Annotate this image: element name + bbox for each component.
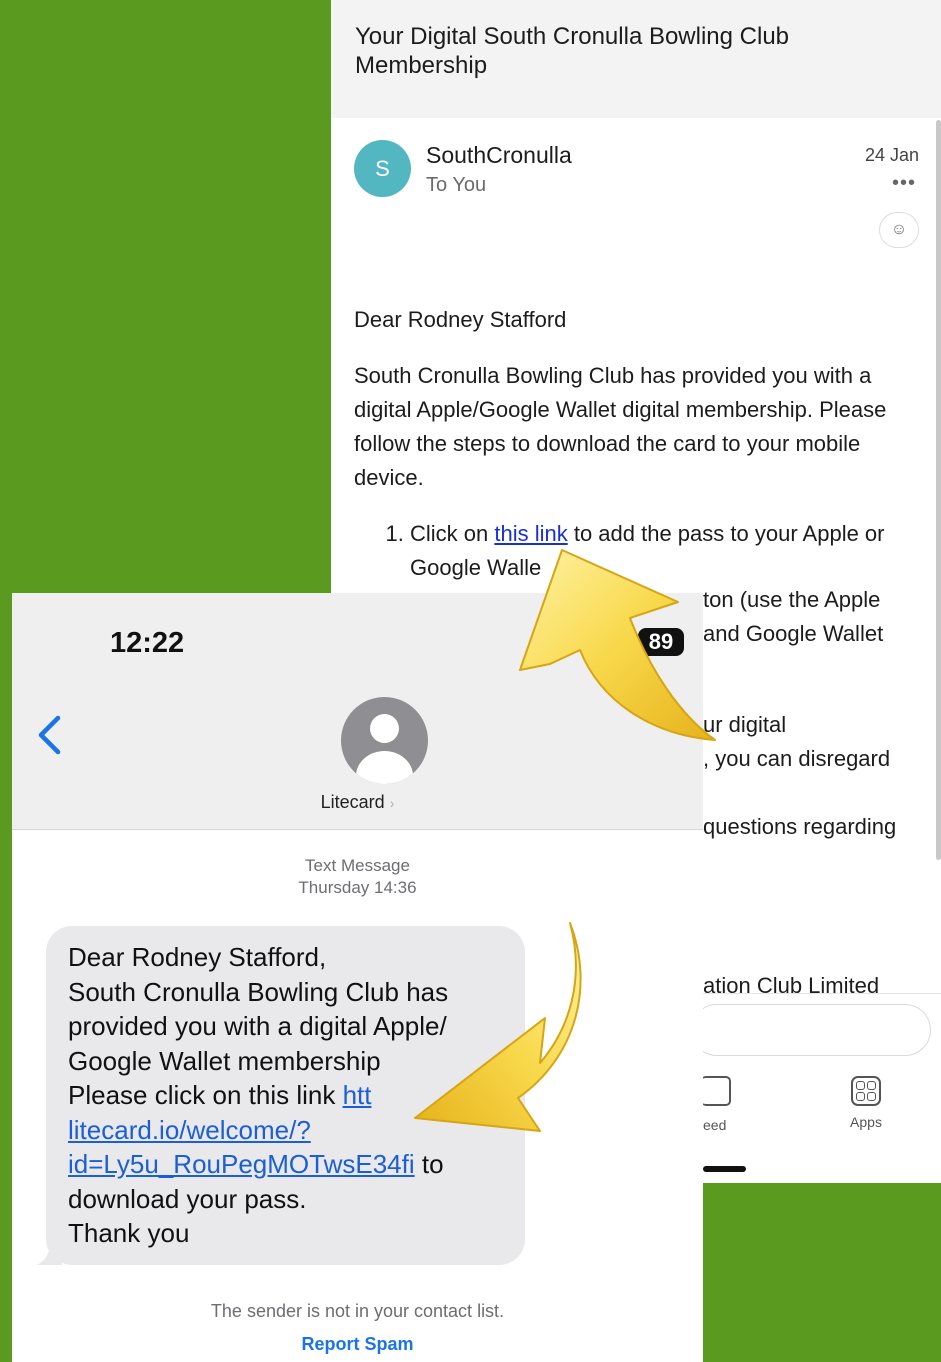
curved-arrow-up-icon	[519, 549, 716, 741]
contact-name-text: Litecard	[320, 792, 385, 812]
message-line: Dear Rodney Stafford,	[68, 942, 327, 972]
sender-avatar[interactable]: S	[354, 140, 411, 197]
contact-avatar[interactable]	[341, 697, 428, 784]
email-subject: Your Digital South Cronulla Bowling Club…	[355, 23, 790, 79]
more-options-icon[interactable]: •••	[892, 172, 916, 195]
email-greeting: Dear Rodney Stafford	[354, 307, 567, 332]
step-1-prefix: Click on	[410, 521, 495, 546]
tab-apps[interactable]: Apps	[836, 1076, 896, 1130]
curved-arrow-down-icon	[414, 922, 582, 1132]
feed-icon[interactable]	[701, 1076, 731, 1106]
chevron-right-icon: ›	[389, 795, 395, 811]
message-link-part: id=Ly5u_RouPegMOTwsE34fi	[68, 1149, 415, 1179]
message-line: South Cronulla Bowling Club has provided…	[68, 976, 449, 1076]
tab-apps-label: Apps	[850, 1114, 882, 1130]
unknown-sender-note: The sender is not in your contact list.	[210, 1300, 505, 1321]
email-body: Dear Rodney Stafford South Cronulla Bowl…	[331, 268, 941, 585]
message-line: Please click on this link	[68, 1080, 343, 1110]
message-meta: Text Message Thursday 14:36	[12, 855, 703, 899]
email-date: 24 Jan	[864, 145, 919, 165]
email-text-fragment: and Google Wallet	[703, 621, 884, 646]
bubble-tail	[36, 1240, 62, 1265]
message-link-part: htt	[342, 1080, 372, 1110]
sender-name[interactable]: SouthCronulla	[426, 142, 572, 169]
email-text-fragment: , you can disregard	[703, 746, 891, 771]
email-text-fragment: questions regarding	[703, 814, 897, 839]
message-link-part: litecard.io/welcome/?	[68, 1114, 311, 1145]
message-line: Thank you	[68, 1218, 190, 1248]
apps-icon	[851, 1076, 881, 1106]
reaction-smiley-icon[interactable]: ☺	[879, 212, 919, 248]
contact-name[interactable]: Litecard ›	[12, 792, 703, 813]
report-spam-link[interactable]: Report Spam	[12, 1334, 703, 1355]
message-bubble-wrap: Dear Rodney Stafford, South Cronulla Bow…	[36, 926, 703, 1265]
recipient-label[interactable]: To You	[426, 174, 486, 197]
sender-row: S SouthCronulla To You 24 Jan ••• ☺	[331, 118, 941, 268]
status-time: 12:22	[110, 627, 185, 659]
back-chevron-icon[interactable]	[36, 715, 62, 755]
home-indicator	[703, 1166, 746, 1172]
message-type: Text Message	[305, 856, 410, 875]
email-header: Your Digital South Cronulla Bowling Club…	[331, 0, 941, 118]
reply-input[interactable]	[691, 1004, 931, 1056]
tab-feed-label[interactable]: eed	[703, 1117, 726, 1133]
message-timestamp: Thursday 14:36	[298, 878, 417, 897]
email-intro: South Cronulla Bowling Club has provided…	[354, 363, 887, 490]
scrollbar[interactable]	[936, 120, 941, 860]
